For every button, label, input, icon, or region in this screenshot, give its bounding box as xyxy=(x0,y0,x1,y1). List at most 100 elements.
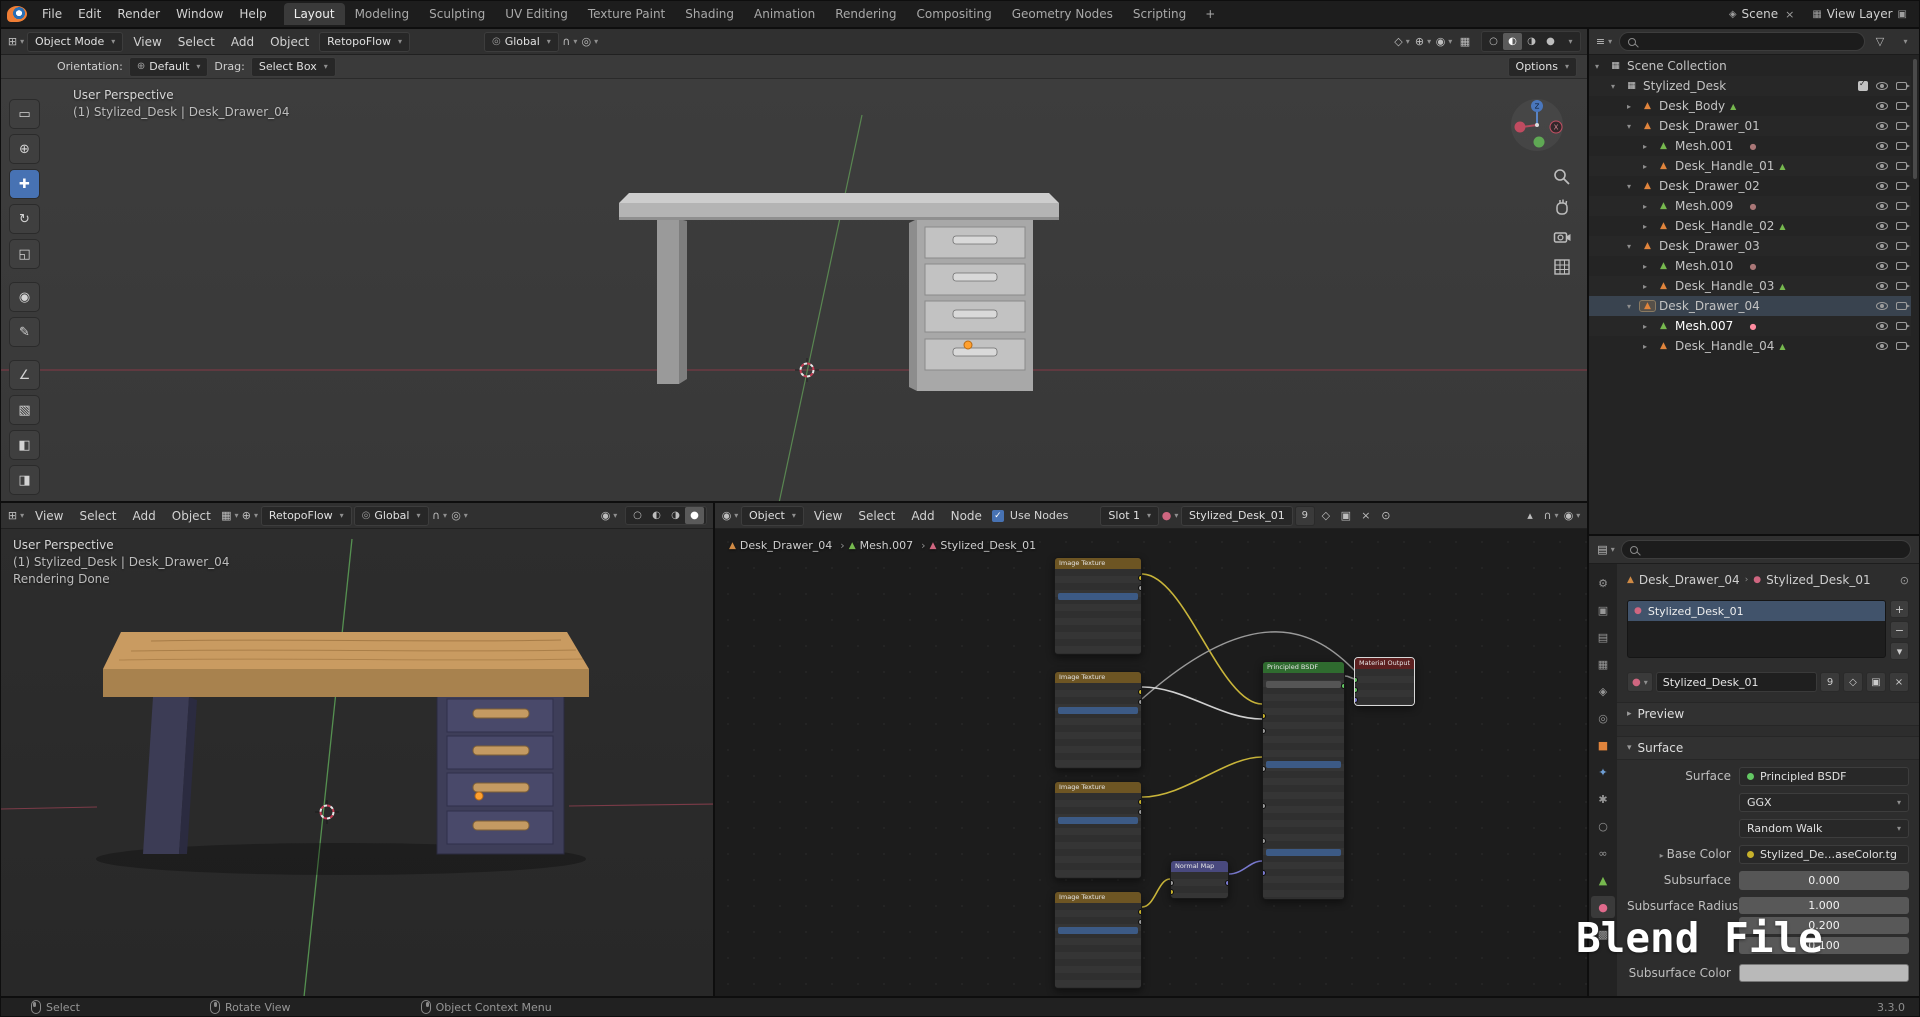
alpha-output-socket[interactable] xyxy=(1138,585,1141,591)
navigation-gizmo[interactable]: Z X xyxy=(1509,97,1565,153)
exclude-checkbox[interactable] xyxy=(1858,79,1868,91)
outliner-row[interactable]: ▸ Mesh.010 xyxy=(1589,256,1911,276)
outliner-row[interactable]: ▾ Desk_Drawer_03 xyxy=(1589,236,1911,256)
users-count-button[interactable]: 9 xyxy=(1294,505,1315,526)
surface-shader-button[interactable]: Principled BSDF xyxy=(1739,767,1909,786)
xray-toggle[interactable]: ▦ xyxy=(1456,32,1474,51)
input-socket[interactable] xyxy=(1263,803,1266,809)
hide-viewport-icon[interactable] xyxy=(1876,82,1888,90)
color-output-socket[interactable] xyxy=(1138,799,1141,805)
expand-caret-icon[interactable]: ▸ xyxy=(1643,222,1656,231)
menu-item[interactable]: Object xyxy=(262,32,317,52)
principled-bsdf-node[interactable]: Principled BSDF xyxy=(1262,661,1345,900)
slot-dropdown[interactable]: Slot 1 xyxy=(1100,505,1160,526)
breadcrumb-material[interactable]: Stylized_Desk_01 xyxy=(1766,573,1870,587)
tool-button[interactable]: ↻ xyxy=(9,204,40,234)
outliner-row[interactable]: ▾ Desk_Drawer_02 xyxy=(1589,176,1911,196)
expand-caret-icon[interactable]: ▾ xyxy=(1611,82,1624,91)
viewport-canvas[interactable]: User Perspective (1) Stylized_Desk | Des… xyxy=(1,79,1587,501)
row-label[interactable]: Desk_Handle_03 xyxy=(1675,279,1774,293)
shading-dropdown[interactable] xyxy=(1560,32,1578,51)
outliner-row[interactable]: ▸ Desk_Handle_04 xyxy=(1589,336,1911,356)
new-material-icon[interactable]: ▣ xyxy=(1337,506,1355,525)
menu-item[interactable]: View xyxy=(806,506,850,526)
subsurface-slider[interactable]: 0.000 xyxy=(1739,871,1909,890)
normal-input-socket[interactable] xyxy=(1263,870,1266,876)
workspace-tab[interactable]: Animation xyxy=(744,3,825,25)
workspace-tab[interactable]: Modeling xyxy=(345,3,420,25)
add-workspace-button[interactable]: + xyxy=(1197,5,1223,23)
view-layer-name[interactable]: View Layer xyxy=(1827,7,1893,21)
row-label[interactable]: Mesh.001 xyxy=(1675,139,1733,153)
scene-selector[interactable]: ◈ Scene × xyxy=(1723,5,1803,23)
expand-caret-icon[interactable]: ▸ xyxy=(1627,102,1640,111)
row-label[interactable]: Desk_Drawer_03 xyxy=(1659,239,1760,253)
proportional-editing-icon[interactable]: ◎ xyxy=(581,32,599,51)
menu-item[interactable]: Add xyxy=(903,506,942,526)
breadcrumb-item[interactable]: ▲ Desk_Drawer_04 xyxy=(729,539,845,552)
outliner-row[interactable]: ▸ Desk_Handle_03 xyxy=(1589,276,1911,296)
disable-render-icon[interactable] xyxy=(1896,162,1910,170)
camera-view-icon[interactable] xyxy=(1552,227,1572,247)
editor-type-icon[interactable]: ⊞ xyxy=(7,32,25,51)
workspace-tab[interactable]: Texture Paint xyxy=(578,3,675,25)
expand-caret-icon[interactable]: ▾ xyxy=(1627,122,1640,131)
parent-node-tree-icon[interactable]: ▴ xyxy=(1521,506,1539,525)
tool-button[interactable]: ▧ xyxy=(9,395,40,425)
row-label[interactable]: Desk_Drawer_02 xyxy=(1659,179,1760,193)
material-output-node[interactable]: Material Output xyxy=(1354,657,1415,706)
fake-user-shield-icon[interactable]: ◇ xyxy=(1317,506,1335,525)
menu-item[interactable]: File xyxy=(34,4,70,24)
menu-item[interactable]: Select xyxy=(850,506,903,526)
normal-output-socket[interactable] xyxy=(1225,880,1228,886)
disable-render-icon[interactable] xyxy=(1896,302,1910,310)
alpha-output-socket[interactable] xyxy=(1138,809,1141,815)
workspace-tab[interactable]: Layout xyxy=(283,3,345,25)
disable-render-icon[interactable] xyxy=(1896,102,1910,110)
input-socket[interactable] xyxy=(1263,766,1266,772)
disable-render-icon[interactable] xyxy=(1896,322,1910,330)
pin-icon[interactable]: ⊙ xyxy=(1377,506,1395,525)
scene-unlink-icon[interactable]: × xyxy=(1783,8,1796,21)
editor-type-icon[interactable]: ▤ xyxy=(1597,540,1615,559)
hide-viewport-icon[interactable] xyxy=(1876,222,1888,230)
users-count-button[interactable]: 9 xyxy=(1820,672,1840,692)
menu-item[interactable]: View xyxy=(27,506,71,526)
slot-specials-button[interactable]: ▾ xyxy=(1890,642,1909,660)
workspace-tab[interactable]: Geometry Nodes xyxy=(1002,3,1123,25)
disable-render-icon[interactable] xyxy=(1896,242,1910,250)
row-label[interactable]: Mesh.010 xyxy=(1675,259,1733,273)
expand-caret-icon[interactable]: ▸ xyxy=(1643,262,1656,271)
disable-render-icon[interactable] xyxy=(1896,122,1910,130)
snapping-magnet-icon[interactable]: ∩ xyxy=(561,32,579,51)
expand-caret-icon[interactable]: ▾ xyxy=(1627,242,1640,251)
input-socket[interactable] xyxy=(1263,838,1266,844)
properties-tab[interactable]: ∞ xyxy=(1591,842,1615,864)
disable-render-icon[interactable] xyxy=(1896,142,1910,150)
row-label[interactable]: Desk_Drawer_01 xyxy=(1659,119,1760,133)
gizmos-dropdown[interactable]: ⊕ xyxy=(1414,32,1432,51)
drag-dropdown[interactable]: Select Box xyxy=(250,56,336,77)
outliner-row[interactable]: ▸ Mesh.007 xyxy=(1589,316,1911,336)
expand-caret-icon[interactable]: ▸ xyxy=(1643,342,1656,351)
material-browse-icon[interactable]: ● xyxy=(1161,506,1179,525)
workspace-tab[interactable]: Rendering xyxy=(825,3,906,25)
orientation-dropdown[interactable]: ⊕ Default xyxy=(128,56,209,77)
color-output-socket[interactable] xyxy=(1138,575,1141,581)
alpha-output-socket[interactable] xyxy=(1138,919,1141,925)
outliner-row[interactable]: ▸ Mesh.009 xyxy=(1589,196,1911,216)
pivot-icon-dropdown[interactable]: ⊕ xyxy=(241,506,259,525)
menu-item[interactable]: Window xyxy=(168,4,231,24)
hide-viewport-icon[interactable] xyxy=(1876,142,1888,150)
properties-tab[interactable]: ○ xyxy=(1591,815,1615,837)
strength-input-socket[interactable] xyxy=(1171,880,1174,886)
color-input-socket[interactable] xyxy=(1171,889,1174,895)
disable-render-icon[interactable] xyxy=(1896,342,1910,350)
retopoflow-menu[interactable]: RetopoFlow xyxy=(319,31,410,52)
snapping-magnet-icon[interactable]: ∩ xyxy=(431,506,449,525)
bsdf-output-socket[interactable] xyxy=(1341,683,1344,689)
transform-orientation-dropdown[interactable]: ◎ Global xyxy=(483,31,559,52)
disable-render-icon[interactable] xyxy=(1896,222,1910,230)
material-slot-item[interactable]: ● Stylized_Desk_01 xyxy=(1628,601,1885,621)
editor-type-icon[interactable]: ◉ xyxy=(721,506,739,525)
